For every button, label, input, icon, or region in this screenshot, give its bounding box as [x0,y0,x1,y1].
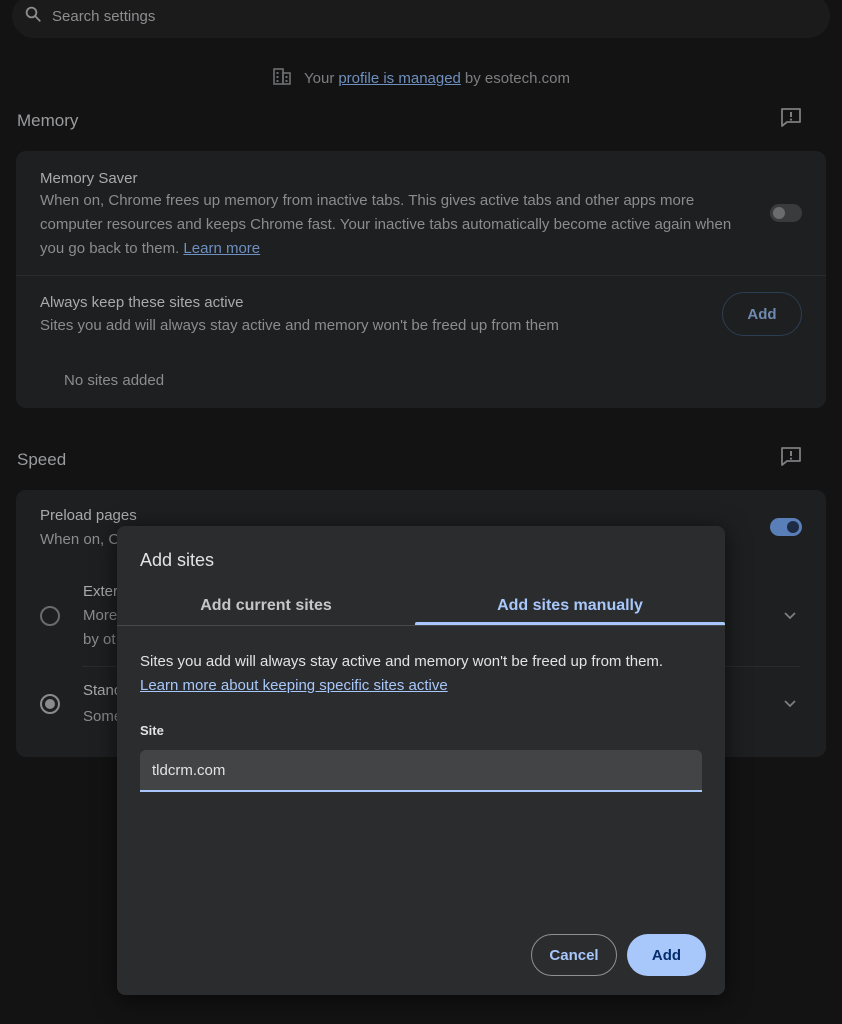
memory-saver-description: When on, Chrome frees up memory from ina… [40,189,755,261]
no-sites-text: No sites added [64,372,165,389]
standard-preload-title: Stanc [83,682,122,699]
tab-divider [117,625,725,626]
always-active-add-button[interactable]: Add [722,292,802,336]
cancel-button[interactable]: Cancel [531,934,617,976]
dialog-title: Add sites [140,550,215,570]
add-sites-dialog: Add sites Add current sites Add sites ma… [117,526,725,995]
preload-description: When on, C [40,531,120,548]
site-input[interactable]: tldcrm.com [140,750,702,792]
managed-prefix: Your [304,69,335,87]
preload-title: Preload pages [40,507,137,524]
memory-saver-learn-more-link[interactable]: Learn more [183,240,260,257]
building-icon [272,66,304,90]
active-tab-indicator [415,622,725,625]
learn-more-specific-sites-link[interactable]: Learn more about keeping specific sites … [140,677,448,694]
managed-suffix: by esotech.com [464,69,570,87]
managed-notice: Your profile is managed by esotech.com [0,66,842,90]
standard-preload-radio[interactable] [40,694,60,714]
dialog-description: Sites you add will always stay active an… [140,653,664,670]
site-field-label: Site [140,723,164,738]
extended-preload-title: Exter [83,583,119,600]
tab-add-sites-manually[interactable]: Add sites manually [415,586,725,626]
profile-managed-link[interactable]: profile is managed [338,70,461,87]
add-button[interactable]: Add [627,934,706,976]
memory-card: Memory Saver When on, Chrome frees up me… [16,151,826,408]
always-active-title: Always keep these sites active [40,294,244,311]
extended-preload-desc-1: More [83,607,118,624]
memory-saver-title: Memory Saver [40,170,138,187]
feedback-icon[interactable] [780,446,802,466]
memory-saver-toggle[interactable] [770,204,802,222]
feedback-icon[interactable] [780,107,802,127]
search-icon [24,5,42,28]
chevron-down-icon[interactable] [783,697,797,711]
preload-toggle[interactable] [770,518,802,536]
memory-saver-description-text: When on, Chrome frees up memory from ina… [40,192,732,257]
extended-preload-desc-2: by ot [83,631,116,648]
search-input[interactable]: Search settings [52,8,155,25]
speed-section-title: Speed [17,450,67,469]
divider [16,275,826,276]
always-active-description: Sites you add will always stay active an… [40,317,559,334]
extended-preload-radio[interactable] [40,606,60,626]
search-bar[interactable]: Search settings [12,0,830,38]
memory-section-title: Memory [17,111,79,130]
tab-add-current-sites[interactable]: Add current sites [117,586,415,626]
chevron-down-icon[interactable] [783,609,797,623]
